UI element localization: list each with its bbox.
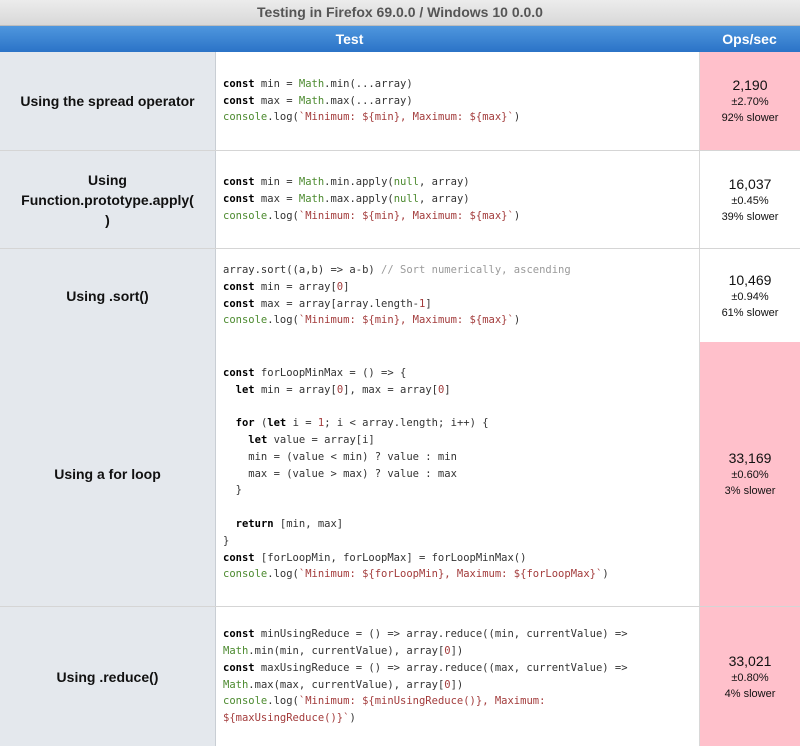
ops-value: 10,469 (728, 271, 772, 288)
code-snippet: const min = Math.min.apply(null, array) … (223, 176, 521, 222)
code-snippet: array.sort((a,b) => a-b) // Sort numeric… (223, 263, 571, 327)
table-row: Using Function.prototype.apply() const mi… (0, 150, 800, 248)
test-name: Using Function.prototype.apply() (0, 151, 216, 248)
test-name: Using the spread operator (0, 52, 216, 150)
code-cell: const min = Math.min.apply(null, array) … (216, 151, 700, 248)
table-row: Using a for loop const forLoopMinMax = (… (0, 342, 800, 606)
browser-banner: Testing in Firefox 69.0.0 / Windows 10 0… (0, 0, 800, 26)
code-snippet: const forLoopMinMax = () => { let min = … (223, 366, 609, 581)
ops-relative: 4% slower (724, 687, 776, 700)
table-row: Using .reduce() const minUsingReduce = (… (0, 606, 800, 746)
ops-error: ±0.94% (731, 290, 769, 303)
ops-value: 16,037 (728, 175, 772, 192)
code-cell: const forLoopMinMax = () => { let min = … (216, 342, 700, 606)
ops-relative: 3% slower (724, 485, 776, 497)
ops-cell: 33,021 ±0.80% 4% slower (700, 607, 800, 746)
test-name: Using a for loop (0, 342, 216, 606)
table-row: Using .sort() array.sort((a,b) => a-b) /… (0, 248, 800, 342)
code-snippet: const minUsingReduce = () => array.reduc… (223, 628, 628, 725)
code-snippet: const min = Math.min(...array) const max… (223, 77, 521, 124)
ops-cell: 33,169 ±0.60% 3% slower (700, 342, 800, 606)
ops-cell: 10,469 ±0.94% 61% slower (700, 249, 800, 342)
ops-cell: 2,190 ±2.70% 92% slower (700, 52, 800, 150)
ops-relative: 61% slower (721, 306, 779, 319)
table-header: Test Ops/sec (0, 26, 800, 52)
ops-error: ±0.80% (731, 671, 769, 684)
ops-value: 33,021 (728, 652, 772, 669)
benchmark-results-page: Testing in Firefox 69.0.0 / Windows 10 0… (0, 0, 800, 746)
table-row: Using the spread operator const min = Ma… (0, 52, 800, 150)
code-cell: const minUsingReduce = () => array.reduc… (216, 607, 700, 746)
column-header-test[interactable]: Test (0, 26, 699, 52)
ops-cell: 16,037 ±0.45% 39% slower (700, 151, 800, 248)
ops-value: 33,169 (728, 450, 772, 466)
column-header-ops[interactable]: Ops/sec (699, 26, 800, 52)
ops-relative: 39% slower (721, 210, 779, 223)
test-name: Using .sort() (0, 249, 216, 342)
test-name: Using .reduce() (0, 607, 216, 746)
ops-error: ±0.45% (731, 194, 769, 207)
code-cell: const min = Math.min(...array) const max… (216, 52, 700, 150)
ops-value: 2,190 (732, 77, 768, 93)
ops-error: ±0.60% (731, 469, 769, 481)
code-cell: array.sort((a,b) => a-b) // Sort numeric… (216, 249, 700, 342)
ops-relative: 92% slower (721, 112, 779, 124)
ops-error: ±2.70% (731, 96, 769, 108)
